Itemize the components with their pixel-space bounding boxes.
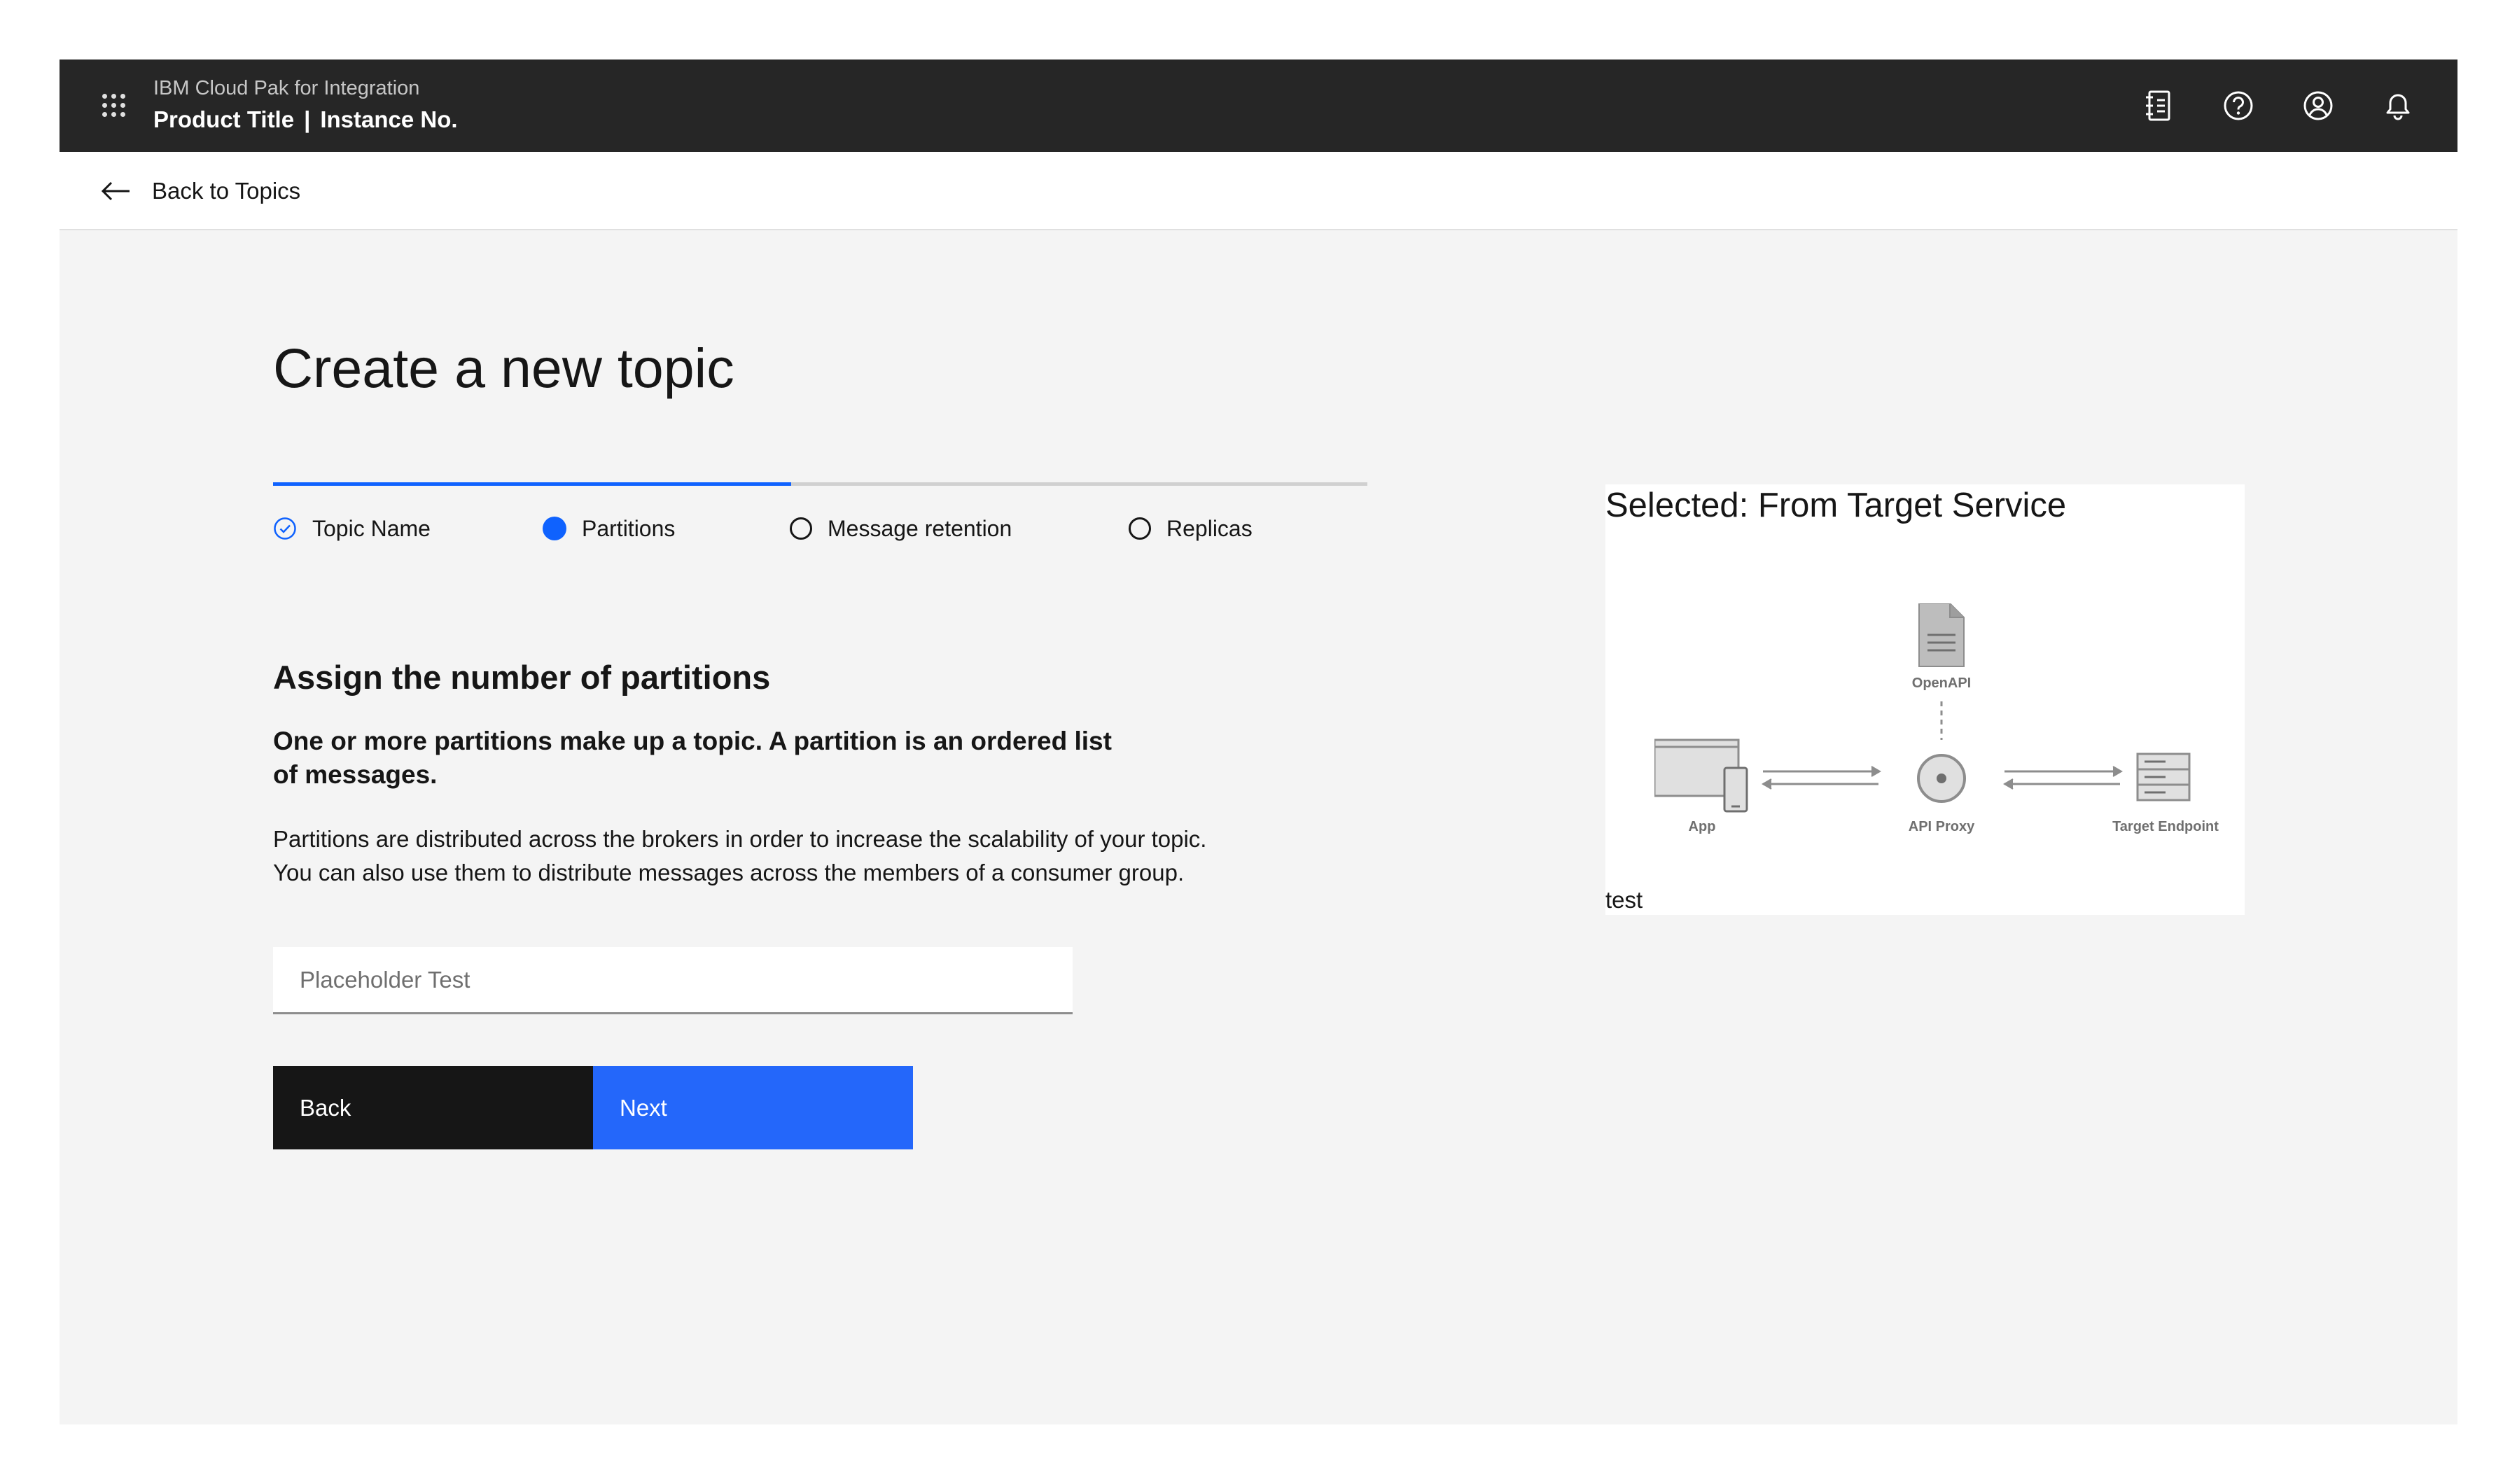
- section-title: Assign the number of partitions: [273, 659, 771, 696]
- next-button[interactable]: Next: [593, 1066, 913, 1149]
- diagram-label-app: App: [1689, 819, 1716, 834]
- current-step-icon: [543, 517, 566, 540]
- progress-indicator: Topic Name Partitions Message retention …: [273, 482, 1367, 559]
- step-label: Partitions: [582, 515, 676, 541]
- lead-text: One or more partitions make up a topic. …: [273, 727, 1112, 789]
- partitions-input[interactable]: [273, 947, 1073, 1014]
- back-to-topics-link[interactable]: Back to Topics: [100, 172, 300, 211]
- step-label: Topic Name: [312, 515, 431, 541]
- back-link-label: Back to Topics: [152, 178, 301, 204]
- help-button[interactable]: [2198, 75, 2278, 136]
- step-replicas[interactable]: Replicas: [1129, 509, 1253, 548]
- incomplete-step-icon: [1129, 517, 1151, 540]
- diagram-label-target: Target Endpoint: [2112, 819, 2219, 834]
- instance-name: Instance No.: [320, 106, 458, 132]
- page-title: Create a new topic: [273, 337, 734, 399]
- app-window-icon: [1654, 738, 1748, 813]
- step-topic-name[interactable]: Topic Name: [273, 509, 431, 548]
- notebook-icon: [2146, 90, 2170, 121]
- brand-title: Product Title | Instance No.: [153, 103, 458, 136]
- product-title: Product Title: [153, 106, 295, 132]
- document-icon: [1918, 603, 1965, 667]
- notebook-button[interactable]: [2119, 75, 2198, 136]
- header-actions: [2119, 75, 2438, 136]
- progress-fill: [273, 482, 791, 486]
- app-switcher-icon[interactable]: [100, 92, 128, 120]
- server-icon: [2136, 752, 2191, 802]
- step-partitions[interactable]: Partitions: [543, 509, 675, 548]
- brand: IBM Cloud Pak for Integration Product Ti…: [153, 74, 458, 136]
- user-avatar-icon: [2303, 91, 2333, 120]
- back-button[interactable]: Back: [273, 1066, 593, 1149]
- selected-tile: Selected: From Target Service OpenAPI Ap…: [1605, 484, 2245, 915]
- arrows-left: [1762, 766, 1881, 790]
- proxy-node-icon: [1917, 754, 1966, 803]
- arrow-left-icon: [101, 181, 130, 201]
- arrows-right: [2003, 766, 2123, 790]
- brand-subtitle: IBM Cloud Pak for Integration: [153, 77, 420, 99]
- description-text: Partitions are distributed across the br…: [273, 826, 1207, 886]
- back-bar: Back to Topics: [60, 152, 2457, 230]
- notification-button[interactable]: [2358, 75, 2438, 136]
- checkmark-outline-icon: [274, 517, 296, 540]
- user-button[interactable]: [2278, 75, 2358, 136]
- tile-caption: test: [1605, 887, 1643, 913]
- tile-title: Selected: From Target Service: [1605, 486, 2067, 524]
- global-header: IBM Cloud Pak for Integration Product Ti…: [60, 59, 2457, 152]
- diagram-label-proxy: API Proxy: [1909, 819, 1975, 834]
- architecture-diagram: OpenAPI App API Proxy Target Endpoint: [1654, 603, 2219, 834]
- step-label: Replicas: [1166, 515, 1253, 541]
- diagram-label-openapi: OpenAPI: [1912, 676, 1971, 691]
- app-shell: IBM Cloud Pak for Integration Product Ti…: [60, 59, 2457, 1424]
- incomplete-step-icon: [790, 517, 812, 540]
- help-icon: [2224, 91, 2253, 120]
- title-separator: |: [304, 106, 311, 132]
- notification-icon: [2386, 94, 2410, 120]
- step-label: Message retention: [828, 515, 1012, 541]
- step-message-retention[interactable]: Message retention: [790, 509, 1012, 548]
